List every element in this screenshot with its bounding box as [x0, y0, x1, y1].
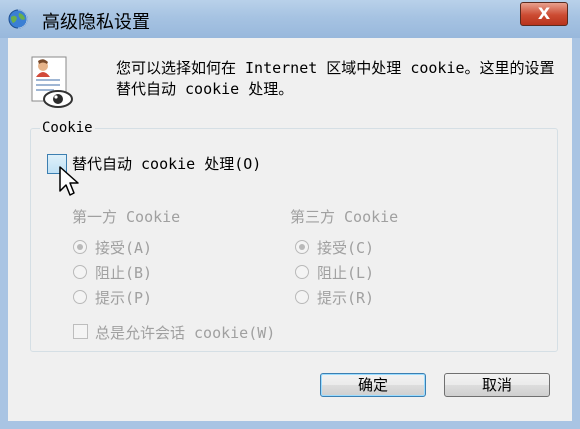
window-frame-bottom [0, 421, 580, 429]
close-button[interactable]: X [520, 2, 568, 26]
title-bar[interactable]: 高级隐私设置 X [0, 0, 580, 39]
third-party-prompt-label[interactable]: 提示(R) [317, 287, 374, 308]
third-party-prompt-radio[interactable] [295, 290, 309, 304]
third-party-accept-label[interactable]: 接受(C) [317, 237, 374, 258]
always-allow-session-cookie-checkbox[interactable] [73, 324, 88, 339]
privacy-certificate-eye-icon [31, 56, 73, 108]
first-party-block-label[interactable]: 阻止(B) [95, 262, 152, 283]
globe-icon [8, 9, 28, 29]
first-party-block-radio[interactable] [73, 265, 87, 279]
override-auto-cookie-label[interactable]: 替代自动 cookie 处理(O) [72, 153, 261, 174]
cancel-button[interactable]: 取消 [444, 373, 550, 397]
first-party-prompt-label[interactable]: 提示(P) [95, 287, 152, 308]
third-party-heading: 第三方 Cookie [290, 208, 399, 226]
cookie-group-title: Cookie [40, 120, 95, 136]
third-party-accept-radio[interactable] [295, 240, 309, 254]
mouse-cursor-icon [59, 166, 79, 196]
first-party-heading: 第一方 Cookie [72, 208, 181, 226]
ok-button[interactable]: 确定 [320, 373, 426, 397]
first-party-prompt-radio[interactable] [73, 290, 87, 304]
info-description: 您可以选择如何在 Internet 区域中处理 cookie。这里的设置替代自动… [116, 59, 555, 98]
close-icon: X [537, 4, 551, 23]
third-party-block-radio[interactable] [295, 265, 309, 279]
always-allow-session-cookie-label[interactable]: 总是允许会话 cookie(W) [95, 322, 275, 343]
window-frame-right [572, 38, 580, 429]
first-party-accept-radio[interactable] [73, 240, 87, 254]
window-title: 高级隐私设置 [42, 12, 150, 33]
third-party-block-label[interactable]: 阻止(L) [317, 262, 374, 283]
window-frame-left [0, 38, 8, 429]
first-party-accept-label[interactable]: 接受(A) [95, 237, 152, 258]
